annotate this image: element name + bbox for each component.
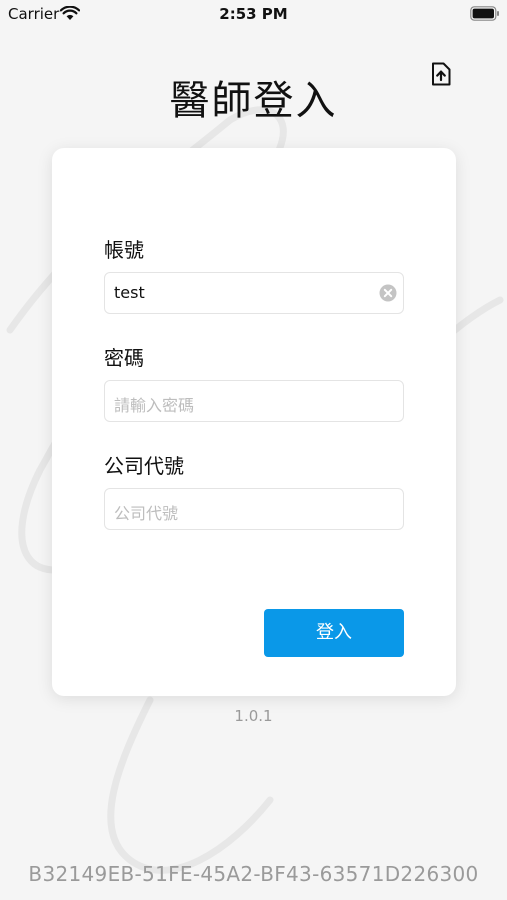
company-code-field[interactable]: 公司代號: [104, 488, 404, 530]
account-value: test: [114, 283, 145, 302]
device-id: B32149EB-51FE-45A2-BF43-63571D226300: [28, 862, 479, 886]
status-bar: Carrier 2:53 PM: [0, 0, 507, 28]
password-field[interactable]: 請輸入密碼: [104, 380, 404, 422]
company-code-label: 公司代號: [104, 454, 184, 478]
status-time: 2:53 PM: [219, 5, 288, 23]
login-card: 帳號 test 密碼 請輸入密碼 公司代號 公司代號 登入: [52, 148, 456, 696]
password-label: 密碼: [104, 346, 144, 370]
battery-icon: [470, 6, 499, 21]
company-code-placeholder: 公司代號: [114, 504, 179, 523]
app-version: 1.0.1: [234, 707, 273, 725]
clear-icon[interactable]: [379, 284, 397, 302]
account-field[interactable]: test: [104, 272, 404, 314]
account-label: 帳號: [104, 238, 144, 262]
file-upload-icon[interactable]: [430, 62, 452, 86]
login-button[interactable]: 登入: [264, 609, 404, 657]
password-placeholder: 請輸入密碼: [114, 396, 195, 415]
